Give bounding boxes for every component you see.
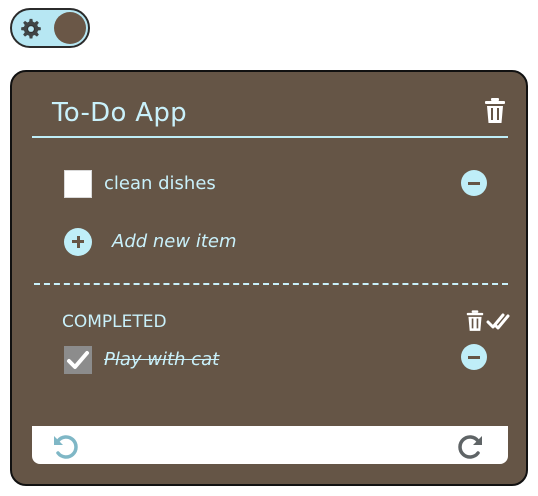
todo-item: clean dishes bbox=[64, 170, 494, 200]
trash-completed-icon[interactable] bbox=[466, 310, 484, 332]
undo-icon[interactable] bbox=[52, 432, 80, 460]
history-bar bbox=[32, 426, 508, 464]
todo-item-label: clean dishes bbox=[104, 173, 216, 194]
completed-item-label: Play with cat bbox=[104, 349, 220, 370]
toggle-knob[interactable] bbox=[54, 12, 86, 44]
completed-item: Play with cat bbox=[64, 346, 314, 376]
trash-icon[interactable] bbox=[484, 98, 506, 124]
todo-app-card: To-Do App clean dishes Add new item COMP… bbox=[10, 70, 528, 486]
gear-icon bbox=[21, 18, 41, 39]
redo-icon[interactable] bbox=[456, 432, 484, 460]
add-item-row[interactable]: Add new item bbox=[64, 228, 324, 258]
todo-checkbox[interactable] bbox=[64, 170, 92, 198]
add-item-input[interactable]: Add new item bbox=[112, 231, 236, 252]
add-item-button[interactable] bbox=[64, 228, 92, 256]
section-divider bbox=[34, 283, 508, 285]
completed-heading: COMPLETED bbox=[62, 312, 167, 332]
title-divider bbox=[32, 136, 508, 138]
theme-toggle[interactable] bbox=[10, 8, 90, 48]
completed-checkbox[interactable] bbox=[64, 346, 92, 374]
minus-icon bbox=[468, 182, 480, 185]
double-check-icon[interactable] bbox=[486, 310, 510, 332]
checkmark-icon bbox=[67, 351, 89, 369]
remove-item-button[interactable] bbox=[461, 170, 487, 196]
completed-actions bbox=[466, 310, 510, 332]
minus-icon bbox=[468, 356, 480, 359]
remove-completed-item-button[interactable] bbox=[461, 344, 487, 370]
app-title: To-Do App bbox=[52, 98, 187, 128]
